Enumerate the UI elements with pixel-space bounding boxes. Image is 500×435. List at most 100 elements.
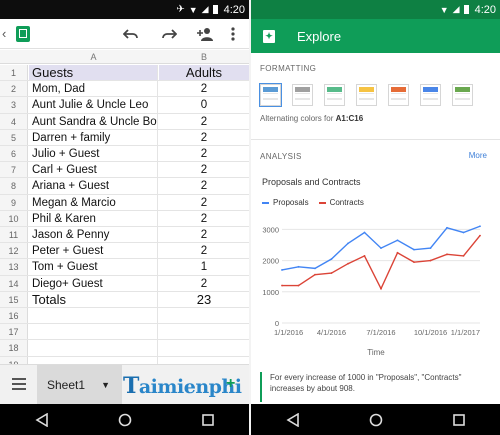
nav-home-icon[interactable] [369,413,383,427]
nav-recents-icon[interactable] [201,413,215,427]
spreadsheet-grid[interactable]: A B 1 Guests Adults 2 Mom, Dad 2 3 Aunt Julie &… [0,50,249,365]
data-point [297,265,300,268]
add-sheet-button[interactable]: + [226,375,235,393]
row-number[interactable]: 13 [0,259,28,275]
cell-a[interactable]: Ariana + Guest [29,178,158,194]
color-swatch[interactable] [356,84,377,106]
cell-a[interactable]: Totals [29,291,158,307]
cell-b[interactable]: 2 [159,276,249,291]
nav-bar [251,404,500,435]
color-swatch[interactable] [292,84,313,106]
share-button[interactable] [191,20,219,48]
row-number[interactable]: 9 [0,194,28,210]
table-row: 11 Jason & Penny 2 [0,227,249,244]
cell-a[interactable] [29,308,158,324]
cell-b[interactable]: 0 [159,97,249,112]
caret-down-icon[interactable]: ▼ [101,365,110,405]
data-point [446,253,448,256]
cell-a[interactable]: Aunt Sandra & Uncle Bob [29,113,158,129]
row-number[interactable]: 16 [0,308,28,324]
watermark-logo: Taimienphi [123,373,242,399]
more-link[interactable]: More [469,151,487,160]
row-number[interactable]: 11 [0,227,28,243]
row-number[interactable]: 5 [0,129,28,145]
row-number[interactable]: 18 [0,340,28,356]
column-header-b[interactable]: B [159,50,249,64]
cell-a[interactable]: Darren + family [29,129,158,145]
row-number[interactable]: 2 [0,81,28,97]
data-point [347,242,349,245]
data-point [380,287,382,290]
back-arrow-icon[interactable]: ‹ [2,26,12,41]
nav-bar [0,404,249,435]
row-number[interactable]: 10 [0,210,28,226]
x-axis-label: Time [367,348,385,357]
cell-a[interactable]: Carl + Guest [29,162,158,178]
sheet-tab[interactable]: Sheet1 ▼ [37,365,122,405]
data-point [479,225,481,228]
color-swatch[interactable] [324,84,345,106]
cell-b[interactable]: 2 [159,81,249,96]
more-button[interactable] [219,20,247,48]
cell-b[interactable]: 2 [159,130,249,145]
nav-back-icon[interactable] [34,412,49,427]
undo-button[interactable] [117,20,145,48]
cell-a[interactable]: Tom + Guest [29,259,158,275]
cell-b[interactable] [159,324,249,339]
cell-a[interactable]: Peter + Guest [29,243,158,259]
row-number[interactable]: 3 [0,97,28,113]
row-number[interactable]: 15 [0,291,28,307]
signal-icon: ◢ [201,4,209,14]
row-number[interactable]: 1 [0,65,28,81]
row-number[interactable]: 8 [0,178,28,194]
insight-text: For every increase of 1000 in "Proposals… [270,373,462,393]
row-number[interactable]: 14 [0,275,28,291]
row-number[interactable]: 4 [0,113,28,129]
cell-b[interactable]: 2 [159,178,249,193]
cell-a[interactable]: Julio + Guest [29,146,158,162]
nav-back-icon[interactable] [285,412,300,427]
row-number[interactable]: 17 [0,324,28,340]
insight-card[interactable]: For every increase of 1000 in "Proposals… [260,372,490,402]
cell-b[interactable] [159,308,249,323]
column-header-a[interactable]: A [29,50,158,64]
cell-b[interactable]: 23 [159,292,249,307]
cell-b[interactable]: 2 [159,243,249,258]
cell-b[interactable]: 2 [159,146,249,161]
row-number[interactable]: 7 [0,162,28,178]
cell-b[interactable] [159,340,249,355]
color-swatch[interactable] [259,83,282,107]
cell-b[interactable]: 2 [159,211,249,226]
line-chart[interactable]: 0 1000 2000 3000 1/1/2016 4/1/2016 7/1/2016 10/… [251,208,500,368]
cell-a[interactable]: Jason & Penny [29,227,158,243]
cell-b[interactable]: 2 [159,162,249,177]
data-point [330,272,333,274]
legend-label-contracts: Contracts [329,198,364,207]
sheets-menu-icon[interactable] [12,378,26,393]
signal-icon: ◢ [452,4,460,14]
redo-button[interactable] [155,20,183,48]
table-row: 1 Guests Adults [0,65,249,82]
cell-b[interactable]: 2 [159,195,249,210]
cell-a[interactable]: Aunt Julie & Uncle Leo [29,97,158,113]
cell-a[interactable] [29,324,158,340]
cell-a[interactable]: Megan & Marcio [29,194,158,210]
cell-a[interactable] [29,340,158,356]
cell-b[interactable]: 1 [159,259,249,274]
color-swatch[interactable] [388,84,409,106]
cell-a[interactable]: Phil & Karen [29,210,158,226]
cell-a[interactable]: Diego+ Guest [29,275,158,291]
row-number[interactable]: 12 [0,243,28,259]
table-row: 5 Darren + family 2 [0,129,249,146]
color-swatch[interactable] [420,84,441,106]
cell-b[interactable]: 2 [159,114,249,129]
cell-b[interactable]: 2 [159,227,249,242]
cell-b[interactable]: Adults [159,65,249,81]
alternating-colors-text: Alternating colors for A1:C16 [260,114,364,123]
nav-recents-icon[interactable] [452,413,466,427]
cell-a[interactable]: Guests [29,65,158,81]
nav-home-icon[interactable] [118,413,132,427]
color-swatch[interactable] [452,84,473,106]
row-number[interactable]: 6 [0,146,28,162]
cell-a[interactable]: Mom, Dad [29,81,158,97]
